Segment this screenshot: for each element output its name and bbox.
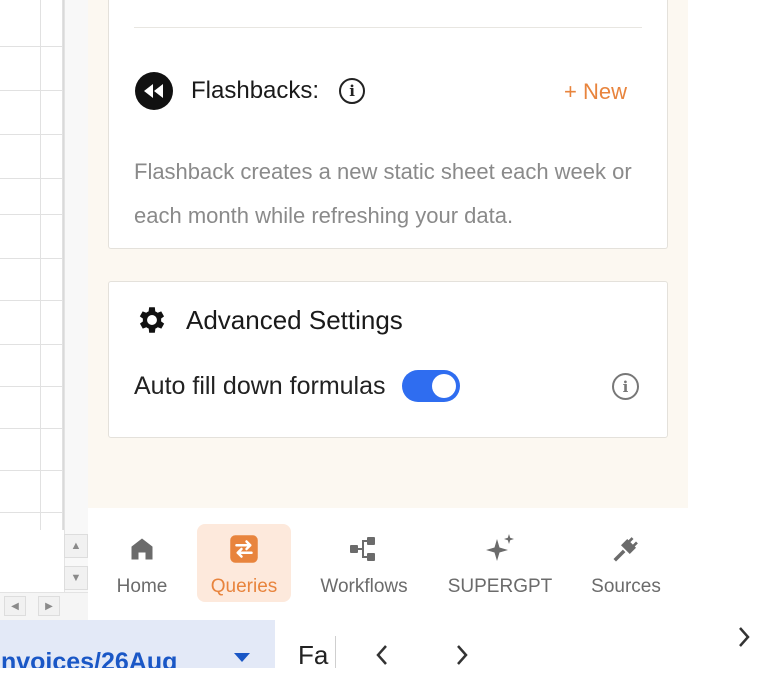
grid-row-line [0,178,63,179]
chevron-left-icon[interactable] [374,644,390,673]
chevron-down-icon[interactable] [234,653,250,662]
divider [134,27,642,28]
grid-column-line [40,0,41,530]
advanced-settings-card: Advanced Settings Auto fill down formula… [108,281,668,438]
grid-row-line [0,258,63,259]
grid-row-line [0,470,63,471]
plug-icon [611,532,641,566]
advanced-settings-header: Advanced Settings [134,302,403,338]
sheet-tab-next[interactable]: Fa [298,640,334,671]
nav-home-label: Home [116,576,168,597]
scroll-up-button[interactable]: ▲ [64,534,88,558]
new-flashback-button[interactable]: + New [564,79,627,105]
grid-row-line [0,428,63,429]
info-icon[interactable]: i [339,78,366,104]
flashbacks-title: Flashbacks: [191,77,320,104]
vertical-scrollbar[interactable] [64,0,88,592]
bottom-nav: Home Queries Workflows SUPERGPT Sources [88,508,688,620]
auto-fill-row: Auto fill down formulas [134,370,460,402]
rewind-icon [135,72,173,110]
flashbacks-header: Flashbacks: i [135,72,366,110]
workflow-icon [349,532,379,566]
scroll-right-button[interactable]: ▶ [38,596,60,616]
toggle-knob [431,374,456,398]
grid-row-line [0,214,63,215]
side-panel: Flashbacks: i + New Flashback creates a … [88,0,688,508]
sheet-tab-active-label: Invoices/26Aug [0,648,178,668]
nav-workflows[interactable]: Workflows [316,524,412,602]
grid-row-line [0,386,63,387]
spreadsheet-grid[interactable] [0,0,64,530]
sheet-tabs-bar: Invoices/26Aug Fa [0,620,764,671]
grid-row-line [0,134,63,135]
grid-row-line [0,300,63,301]
nav-queries[interactable]: Queries [197,524,291,602]
grid-row-line [0,344,63,345]
auto-fill-label: Auto fill down formulas [134,371,386,400]
auto-fill-toggle[interactable] [401,370,460,402]
grid-row-line [0,46,63,47]
chevron-right-icon[interactable] [736,626,752,655]
grid-row-line [0,90,63,91]
nav-sources[interactable]: Sources [588,524,664,602]
flashbacks-description: Flashback creates a new static sheet eac… [134,159,632,228]
gear-icon [134,302,170,338]
home-icon [128,532,156,566]
nav-home[interactable]: Home [108,524,176,602]
nav-queries-label: Queries [210,576,278,597]
swap-icon [229,532,259,566]
advanced-settings-title: Advanced Settings [186,304,403,335]
sparkle-icon [484,532,516,566]
nav-sources-label: Sources [591,576,661,597]
grid-column-line [62,0,63,530]
scroll-down-button[interactable]: ▼ [64,566,88,590]
grid-row-line [0,512,63,513]
flashbacks-card: Flashbacks: i + New Flashback creates a … [108,0,668,249]
nav-supergpt-label: SUPERGPT [447,576,553,597]
chevron-right-icon[interactable] [454,644,470,673]
info-icon[interactable]: i [612,373,639,400]
nav-workflows-label: Workflows [320,576,408,597]
nav-supergpt[interactable]: SUPERGPT [448,524,552,602]
scroll-left-button[interactable]: ◀ [4,596,26,616]
tab-divider [335,636,336,668]
